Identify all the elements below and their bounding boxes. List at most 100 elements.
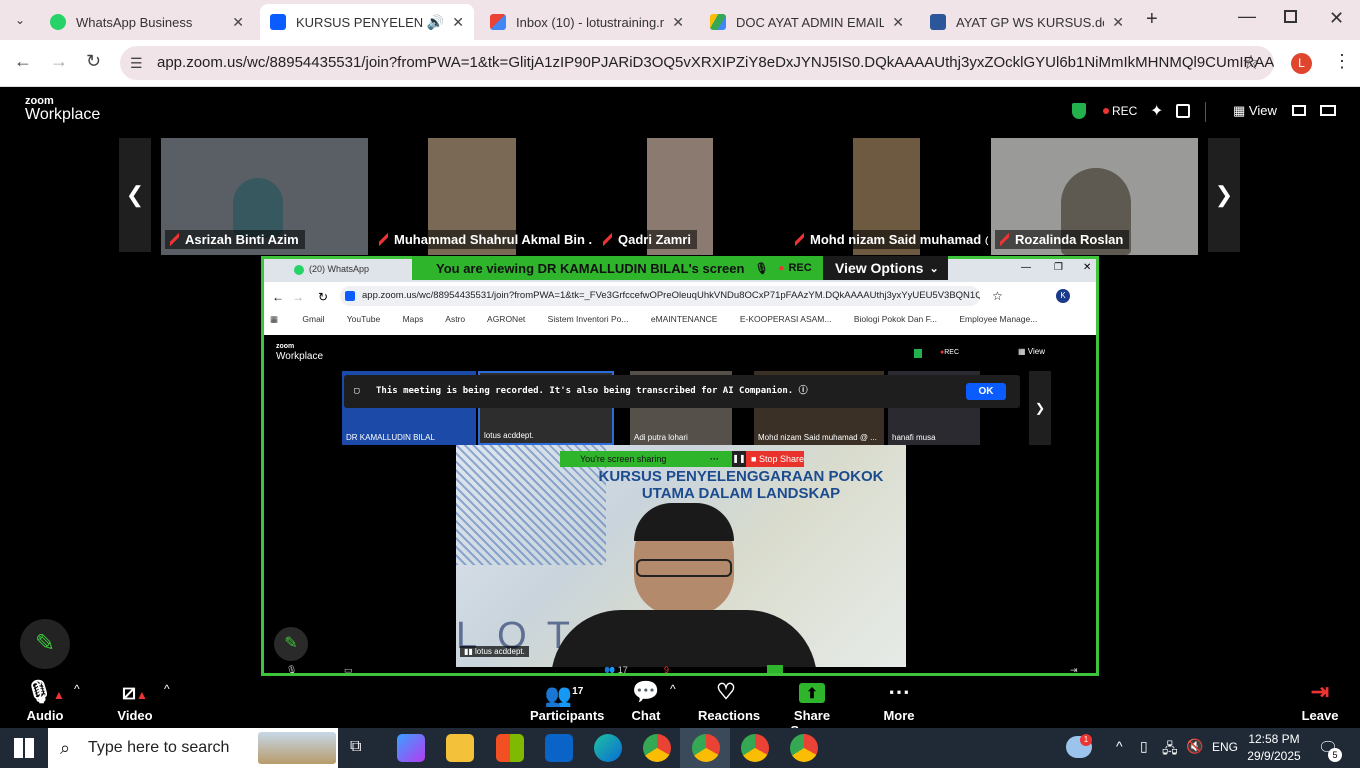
next-page-arrow[interactable]: ❯ [1208,138,1240,252]
inner-rec: ●REC [940,349,960,356]
participant-tile[interactable]: Muhammad Shahrul Akmal Bin ... [370,138,592,255]
reload-icon[interactable]: ↻ [86,51,101,72]
close-tab-icon[interactable]: ✕ [452,14,464,31]
rec-label[interactable]: REC [1112,104,1137,118]
ai-companion-icon[interactable]: ✦ [1150,101,1163,121]
security-shield-icon[interactable] [1072,103,1086,119]
close-tab-icon[interactable]: ✕ [232,14,244,31]
participants-button[interactable]: 👥17 Participants [530,676,604,728]
chrome-icon[interactable] [643,734,671,762]
prev-page-arrow[interactable]: ❮ [119,138,151,252]
close-tab-icon[interactable]: ✕ [672,14,684,31]
leave-button[interactable]: ⇥ Leave [1300,676,1340,728]
windows-taskbar: ⌕ Type here to search ⧉ 1 ^ ▯ 🖧 🔇 ENG 12… [0,728,1360,768]
address-bar[interactable]: ☰ app.zoom.us/wc/88954435531/join?fromPW… [120,46,1274,80]
zoom-logo-bottom: Workplace [25,106,101,123]
more-button[interactable]: ⋯ More [880,676,918,728]
browser-menu-icon[interactable]: ⋮ [1333,51,1351,72]
bookmark-star-icon[interactable]: ☆ [1242,50,1260,75]
fullscreen-icon[interactable] [1176,104,1190,118]
recording-notice: ▢ This meeting is being recorded. It's a… [344,375,1020,408]
microsoft-store-icon[interactable] [496,734,524,762]
audio-button[interactable]: 🎙▲ Audio [20,676,70,728]
outlook-icon[interactable] [545,734,573,762]
view-menu[interactable]: ▦ View [1233,103,1277,119]
restore-button[interactable] [1284,10,1297,23]
chat-icon: 💬 [632,679,660,704]
clock-time: 12:58 PM [1248,732,1300,746]
show-hidden-icons-chevron[interactable]: ^ [1116,738,1123,754]
bookmark: Biologi Pokok Dan F... [853,314,937,324]
participant-tile[interactable]: Rozalinda Roslan [991,138,1198,255]
tablet-icon[interactable]: ▯ [1140,738,1148,755]
bookmark: Sistem Inventori Po... [547,314,629,324]
audio-label: Audio [26,708,64,723]
inner-shared-slide: KURSUS PENYELENGGARAAN POKOK UTAMA DALAM… [456,445,906,667]
volume-muted-icon[interactable]: 🔇 [1186,738,1203,755]
inner-tab-label: (20) WhatsApp [309,264,370,274]
more-label: More [883,708,915,723]
video-options-chevron-icon[interactable]: ^ [164,682,170,696]
pip-icon[interactable] [1292,105,1306,116]
chrome-profile-icon[interactable] [692,734,720,762]
windows-start-icon[interactable] [14,738,34,758]
network-icon[interactable]: 🖧 [1162,738,1178,762]
view-options-button[interactable]: View Options ⌄ [823,256,948,280]
clock[interactable]: 12:58 PM 29/9/2025 [1244,731,1304,765]
chat-button[interactable]: 💬 Chat [626,676,666,728]
taskbar-search-box[interactable]: ⌕ Type here to search [48,728,338,768]
zoom-icon [270,14,286,30]
profile-avatar[interactable]: L [1291,53,1312,74]
back-arrow-icon[interactable]: ← [14,51,32,72]
participant-tile[interactable]: Mohd nizam Said muhamad @ ... [786,138,988,255]
speaker-tag: ▮▮ lotus acddept. [460,646,529,657]
tab-drive[interactable]: DOC AYAT ADMIN EMAIL&W ✕ [700,4,914,40]
participant-tile[interactable]: Asrizah Binti Azim [161,138,368,255]
inner-star-icon: ☆ [992,289,1003,303]
inner-participant-name: Mohd nizam Said muhamad @ ... [758,433,877,442]
new-tab-button[interactable]: + [1146,8,1158,31]
inner-leave-icon: ⇥ [1070,665,1078,675]
chrome-profile-icon[interactable] [790,734,818,762]
file-explorer-icon[interactable] [446,734,474,762]
inner-reload-icon: ↻ [318,290,329,304]
chat-options-chevron-icon[interactable]: ^ [670,682,676,696]
zoom-logo: zoom Workplace [25,96,100,124]
weather-badge: 1 [1080,734,1092,746]
participant-video [233,178,283,238]
annotate-pencil-icon[interactable]: ✎ [20,619,70,669]
audio-options-chevron-icon[interactable]: ^ [74,682,80,696]
edge-icon[interactable] [594,734,622,762]
task-view-icon[interactable]: ⧉ [350,738,361,756]
share-screen-button[interactable]: ⬆ Share Screen [776,676,848,738]
reactions-button[interactable]: ♡ Reactions [698,676,760,728]
site-settings-icon[interactable]: ☰ [130,46,143,80]
close-tab-icon[interactable]: ✕ [1112,14,1124,31]
tab-search-chevron-icon[interactable]: ⌄ [10,10,30,30]
inner-chat-badge: 9 [664,665,670,675]
inner-next-arrow: ❯ [1029,371,1051,445]
minimize-meeting-icon[interactable] [1320,105,1336,116]
inner-bottom-toolbar: 🎙 ▭ 👥 17 9 ⇥ [264,665,1096,675]
heart-icon: ♡ [716,679,736,704]
minimize-button[interactable]: — [1238,6,1256,27]
chrome-profile-icon[interactable] [741,734,769,762]
speaker-icon[interactable]: 🔊 [427,14,444,31]
muted-mic-icon: 🎙▲ [25,679,65,704]
tab-gmail[interactable]: Inbox (10) - lotustraining.my ✕ [480,4,694,40]
participant-tile[interactable]: Qadri Zamri [594,138,784,255]
video-button[interactable]: ⧄▲ Video [108,676,162,728]
tab-whatsapp[interactable]: WhatsApp Business ✕ [40,4,254,40]
tab-zoom[interactable]: KURSUS PENYELENGGAR 🔊 ✕ [260,4,474,40]
tab-label: Inbox (10) - lotustraining.my [516,14,665,30]
inner-restore: ❐ [1054,262,1063,273]
copilot-icon[interactable] [397,734,425,762]
inner-close: ✕ [1083,262,1092,273]
forward-arrow-icon[interactable]: → [50,51,68,72]
language-indicator[interactable]: ENG [1212,740,1238,754]
tab-docs[interactable]: AYAT GP WS KURSUS.docx - ✕ [920,4,1134,40]
inner-share-icon [767,665,783,673]
close-window-button[interactable]: ✕ [1329,8,1344,29]
participants-label: Participants [530,708,605,723]
close-tab-icon[interactable]: ✕ [892,14,904,31]
